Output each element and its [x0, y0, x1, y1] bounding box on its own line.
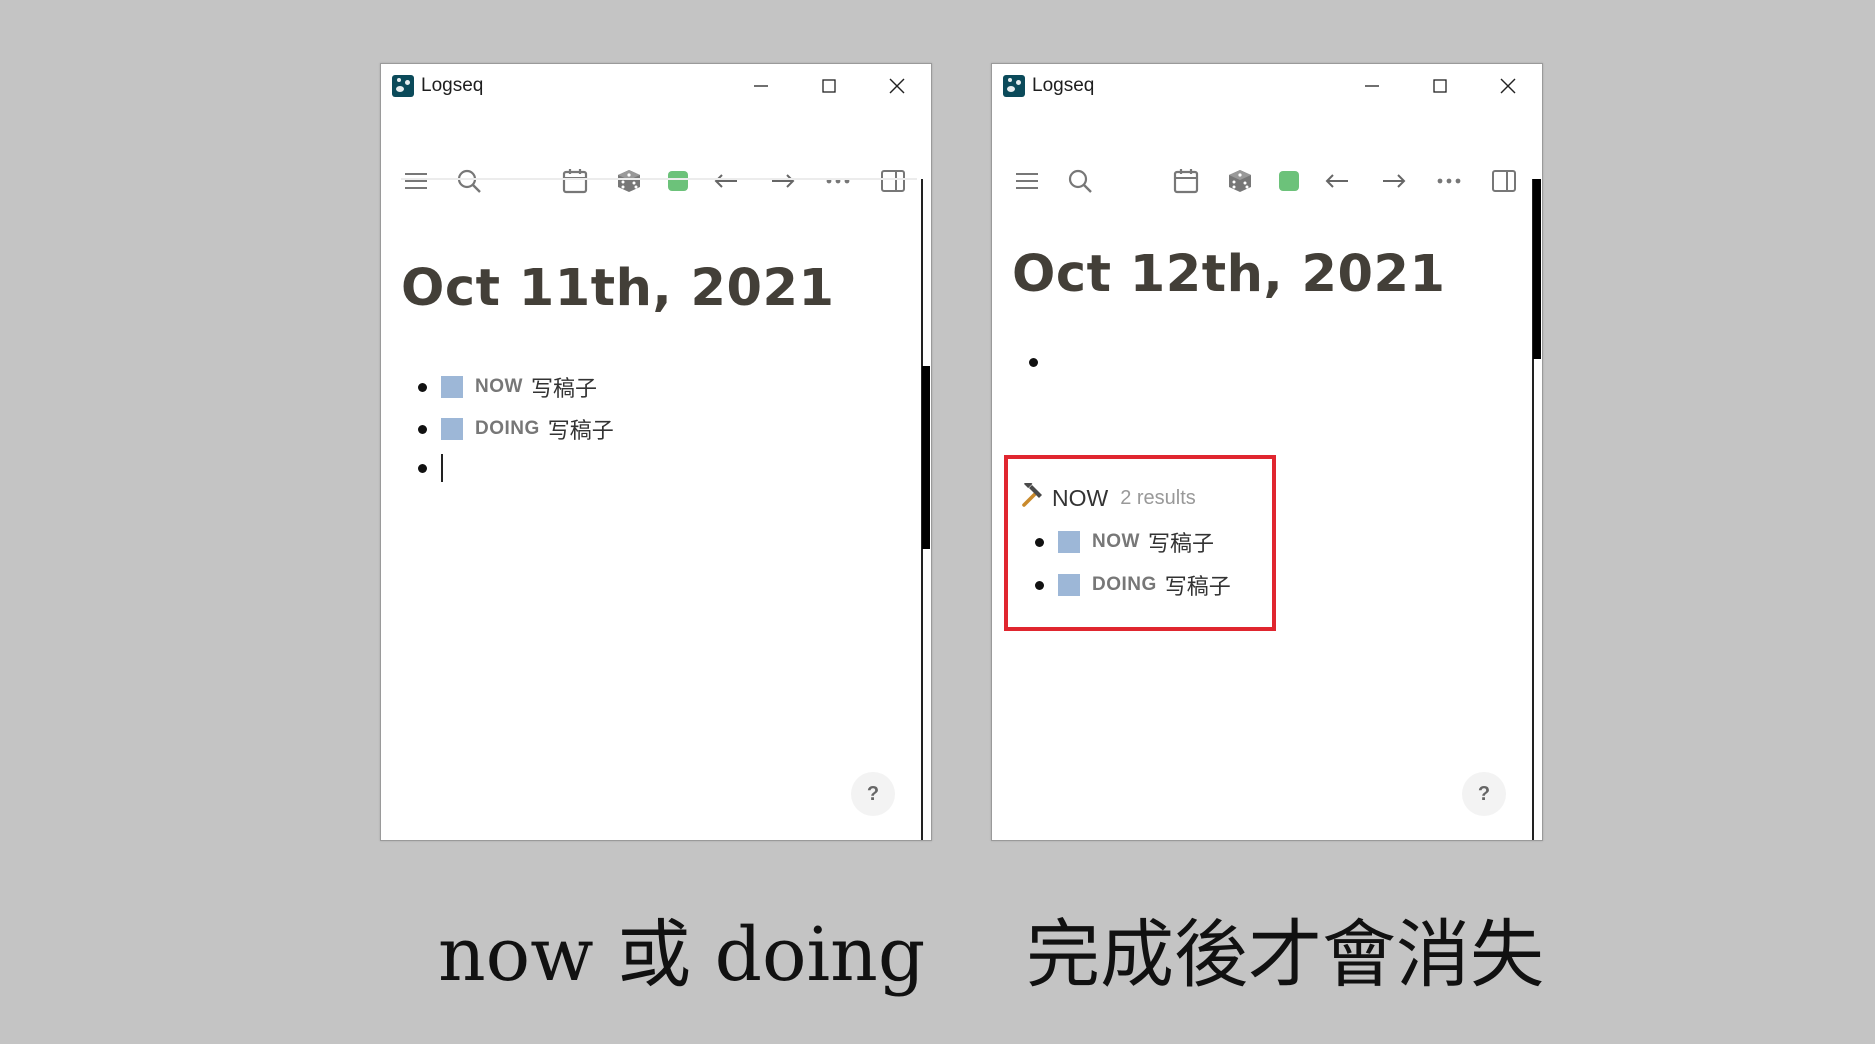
task-text[interactable]: 写稿子: [531, 371, 597, 403]
task-checkbox[interactable]: [441, 376, 463, 398]
minimize-icon[interactable]: [1338, 64, 1406, 108]
scrollbar-thumb[interactable]: [922, 366, 930, 549]
query-title[interactable]: NOW: [1052, 485, 1108, 512]
calendar-icon[interactable]: [557, 159, 593, 203]
page-title[interactable]: Oct 11th, 2021: [401, 259, 834, 318]
maximize-icon[interactable]: [1406, 64, 1474, 108]
search-icon[interactable]: [451, 159, 487, 203]
caption-left: now 或 doing: [438, 912, 926, 998]
logseq-window-right: Logseq Oct 12th, 2021 NOW 2 results NOW …: [991, 63, 1543, 841]
back-arrow-icon[interactable]: [1319, 159, 1355, 203]
more-icon[interactable]: [820, 159, 856, 203]
window-title: Logseq: [421, 75, 484, 96]
scrollbar-thumb[interactable]: [1533, 179, 1541, 359]
green-square-icon[interactable]: [660, 159, 696, 203]
empty-block-editor[interactable]: [418, 454, 443, 482]
title-bar: Logseq: [381, 64, 931, 108]
page-title[interactable]: Oct 12th, 2021: [1012, 245, 1445, 304]
sidebar-toggle-icon[interactable]: [875, 159, 911, 203]
task-checkbox[interactable]: [441, 418, 463, 440]
search-icon[interactable]: [1062, 159, 1098, 203]
close-icon[interactable]: [1474, 64, 1542, 108]
empty-block[interactable]: [1029, 358, 1052, 367]
minimize-icon[interactable]: [727, 64, 795, 108]
more-icon[interactable]: [1431, 159, 1467, 203]
list-item[interactable]: NOW 写稿子: [1035, 526, 1214, 558]
task-text[interactable]: 写稿子: [548, 413, 614, 445]
task-marker[interactable]: NOW: [475, 376, 523, 398]
close-icon[interactable]: [863, 64, 931, 108]
divider: [401, 178, 917, 180]
window-title: Logseq: [1032, 75, 1095, 96]
scrollbar[interactable]: [1532, 179, 1542, 840]
query-count: 2 results: [1120, 487, 1196, 509]
back-arrow-icon[interactable]: [708, 159, 744, 203]
green-square-icon[interactable]: [1271, 159, 1307, 203]
menu-icon[interactable]: [1009, 159, 1045, 203]
help-button[interactable]: ?: [1462, 772, 1506, 816]
scrollbar[interactable]: [921, 179, 931, 840]
task-text[interactable]: 写稿子: [1148, 526, 1214, 558]
logseq-logo-icon: [392, 75, 414, 97]
logseq-window-left: Logseq Oct 11th, 2021 NOW 写稿子 DOING 写稿子 …: [380, 63, 932, 841]
task-marker[interactable]: NOW: [1092, 531, 1140, 553]
dice-icon[interactable]: [611, 159, 647, 203]
menu-icon[interactable]: [398, 159, 434, 203]
logseq-logo-icon: [1003, 75, 1025, 97]
bullet[interactable]: [418, 424, 427, 434]
hammer-icon: [1018, 479, 1044, 514]
list-item[interactable]: DOING 写稿子: [1035, 569, 1231, 601]
help-button[interactable]: ?: [851, 772, 895, 816]
bullet[interactable]: [1029, 358, 1038, 367]
bullet[interactable]: [1035, 580, 1044, 590]
task-text[interactable]: 写稿子: [1165, 569, 1231, 601]
caption-right: 完成後才會消失: [1026, 912, 1544, 998]
dice-icon[interactable]: [1222, 159, 1258, 203]
sidebar-toggle-icon[interactable]: [1486, 159, 1522, 203]
task-checkbox[interactable]: [1058, 531, 1080, 553]
maximize-icon[interactable]: [795, 64, 863, 108]
title-bar: Logseq: [992, 64, 1542, 108]
text-cursor: [441, 454, 443, 482]
query-results-highlight: NOW 2 results NOW 写稿子 DOING 写稿子: [1004, 455, 1276, 631]
calendar-icon[interactable]: [1168, 159, 1204, 203]
toolbar: [992, 159, 1542, 203]
toolbar: [381, 159, 931, 203]
bullet[interactable]: [418, 463, 427, 473]
task-marker[interactable]: DOING: [475, 418, 540, 440]
forward-arrow-icon[interactable]: [765, 159, 801, 203]
task-marker[interactable]: DOING: [1092, 574, 1157, 596]
query-header[interactable]: NOW 2 results: [1018, 479, 1196, 514]
task-checkbox[interactable]: [1058, 574, 1080, 596]
bullet[interactable]: [418, 382, 427, 392]
list-item[interactable]: DOING 写稿子: [418, 413, 614, 445]
forward-arrow-icon[interactable]: [1376, 159, 1412, 203]
bullet[interactable]: [1035, 537, 1044, 547]
list-item[interactable]: NOW 写稿子: [418, 371, 597, 403]
